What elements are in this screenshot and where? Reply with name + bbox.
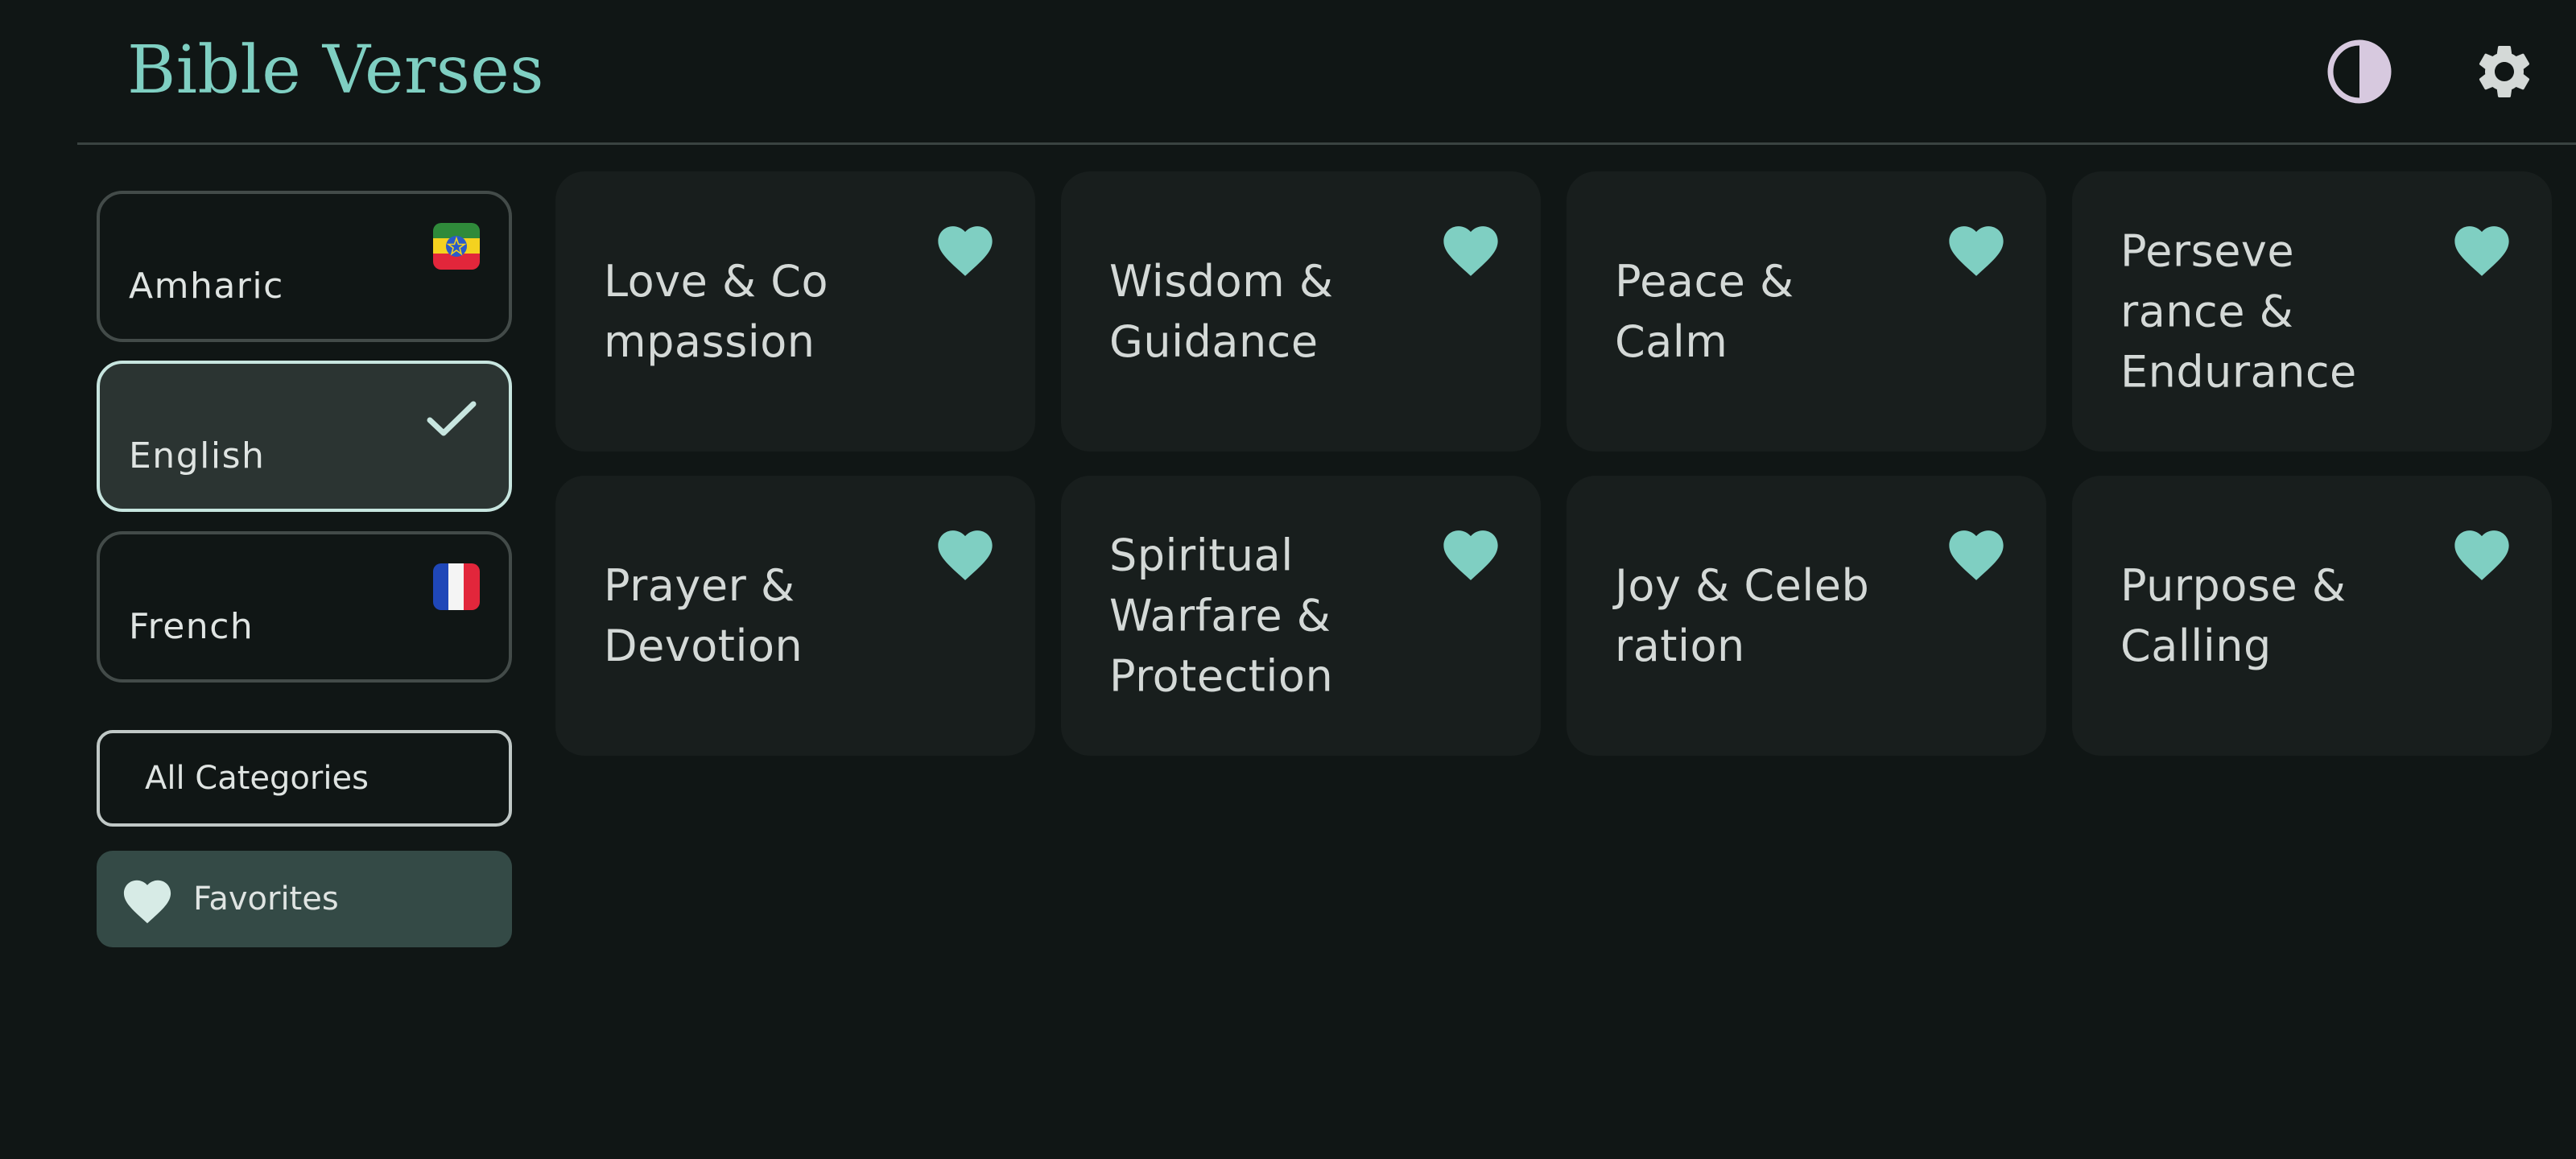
contrast-icon bbox=[2327, 39, 2392, 104]
language-card-english[interactable]: English bbox=[97, 361, 512, 512]
category-title: Joy & Celeb ration bbox=[1615, 560, 1870, 671]
heart-icon[interactable] bbox=[932, 522, 998, 582]
category-card[interactable]: Purpose & Calling bbox=[2072, 476, 2552, 756]
category-card[interactable]: Wisdom & Guidance bbox=[1061, 171, 1541, 452]
category-title: Perseve rance & Endurance bbox=[2120, 225, 2357, 398]
language-card-french[interactable]: French bbox=[97, 531, 512, 683]
language-label: English bbox=[129, 435, 266, 476]
france-flag-icon bbox=[433, 563, 480, 610]
category-card[interactable]: Peace & Calm bbox=[1567, 171, 2046, 452]
all-categories-filter[interactable]: All Categories bbox=[97, 730, 512, 827]
category-title: Spiritual Warfare & Protection bbox=[1109, 530, 1334, 702]
category-title: Purpose & Calling bbox=[2120, 560, 2347, 671]
language-label: French bbox=[129, 606, 254, 647]
top-app-bar: Bible Verses bbox=[77, 0, 2576, 145]
category-card[interactable]: Spiritual Warfare & Protection bbox=[1061, 476, 1541, 756]
heart-icon[interactable] bbox=[1943, 218, 2009, 278]
app-root: Bible Verses Amharic English French All … bbox=[0, 0, 2576, 1159]
category-grid: Love & Co mpassion Wisdom & Guidance Peace… bbox=[555, 171, 2552, 756]
heart-icon[interactable] bbox=[932, 218, 998, 278]
category-title: Love & Co mpassion bbox=[604, 256, 829, 367]
category-title: Wisdom & Guidance bbox=[1109, 256, 1334, 367]
gear-icon bbox=[2479, 45, 2530, 97]
theme-toggle-button[interactable] bbox=[2323, 35, 2396, 108]
category-card[interactable]: Prayer & Devotion bbox=[555, 476, 1035, 756]
language-card-amharic[interactable]: Amharic bbox=[97, 191, 512, 342]
favorites-label: Favorites bbox=[193, 881, 339, 918]
category-card[interactable]: Perseve rance & Endurance bbox=[2072, 171, 2552, 452]
category-card[interactable]: Love & Co mpassion bbox=[555, 171, 1035, 452]
category-title: Prayer & Devotion bbox=[604, 560, 803, 671]
heart-icon bbox=[123, 880, 171, 924]
heart-icon[interactable] bbox=[1438, 218, 1504, 278]
heart-icon[interactable] bbox=[1438, 522, 1504, 582]
heart-icon[interactable] bbox=[2449, 218, 2515, 278]
favorites-filter[interactable]: Favorites bbox=[97, 851, 512, 947]
app-title: Bible Verses bbox=[127, 32, 544, 109]
language-label: Amharic bbox=[129, 266, 284, 307]
settings-button[interactable] bbox=[2468, 35, 2541, 108]
heart-icon[interactable] bbox=[1943, 522, 2009, 582]
ethiopia-flag-icon bbox=[433, 223, 480, 270]
heart-icon[interactable] bbox=[2449, 522, 2515, 582]
all-categories-label: All Categories bbox=[145, 760, 369, 797]
category-title: Peace & Calm bbox=[1615, 256, 1794, 367]
category-card[interactable]: Joy & Celeb ration bbox=[1567, 476, 2046, 756]
check-icon bbox=[427, 401, 477, 436]
